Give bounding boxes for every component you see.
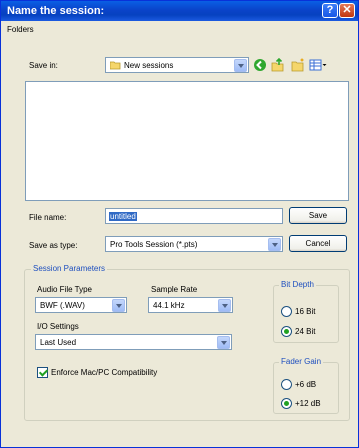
save-in-dropdown[interactable]: New sessions bbox=[105, 57, 249, 73]
window-title: Name the session: bbox=[7, 5, 105, 17]
chevron-down-icon[interactable] bbox=[217, 336, 230, 349]
title-bar[interactable]: Name the session: ? ✕ bbox=[1, 1, 358, 21]
save-session-dialog: Name the session: ? ✕ Folders Save in: N… bbox=[0, 0, 359, 448]
chevron-down-icon[interactable] bbox=[268, 238, 281, 251]
file-list[interactable] bbox=[25, 81, 349, 201]
file-name-input[interactable]: untitled bbox=[105, 208, 283, 224]
bit-depth-24-radio[interactable] bbox=[281, 326, 292, 337]
help-button[interactable]: ? bbox=[322, 3, 338, 18]
new-folder-icon[interactable] bbox=[291, 58, 305, 74]
chevron-down-icon[interactable] bbox=[218, 299, 231, 312]
folder-icon bbox=[109, 61, 121, 70]
bit-depth-16-radio[interactable] bbox=[281, 306, 292, 317]
chevron-down-icon[interactable] bbox=[112, 299, 125, 312]
session-parameters-title: Session Parameters bbox=[31, 264, 108, 273]
bit-depth-16-label: 16 Bit bbox=[295, 307, 316, 316]
fader-gain-6-radio[interactable] bbox=[281, 379, 292, 390]
cancel-button[interactable]: Cancel bbox=[289, 235, 347, 252]
save-as-type-label: Save as type: bbox=[29, 241, 78, 250]
audio-file-type-label: Audio File Type bbox=[37, 285, 92, 294]
save-button[interactable]: Save bbox=[289, 207, 347, 224]
up-folder-icon[interactable] bbox=[271, 57, 285, 74]
fader-gain-12-label: +12 dB bbox=[295, 399, 321, 408]
file-name-label: File name: bbox=[29, 213, 67, 222]
save-in-label: Save in: bbox=[29, 61, 58, 70]
sample-rate-label: Sample Rate bbox=[151, 285, 198, 294]
fader-gain-12-radio[interactable] bbox=[281, 398, 292, 409]
folders-label: Folders bbox=[7, 25, 34, 34]
io-settings-dropdown[interactable]: Last Used bbox=[35, 334, 232, 350]
audio-file-type-value: BWF (.WAV) bbox=[40, 301, 85, 310]
back-icon[interactable] bbox=[253, 58, 267, 74]
view-menu-icon[interactable] bbox=[309, 58, 327, 74]
chevron-down-icon[interactable] bbox=[234, 59, 247, 72]
sample-rate-dropdown[interactable]: 44.1 kHz bbox=[148, 297, 233, 313]
save-in-value: New sessions bbox=[124, 61, 174, 70]
io-settings-label: I/O Settings bbox=[37, 322, 79, 331]
enforce-compatibility-label: Enforce Mac/PC Compatibility bbox=[51, 368, 158, 377]
sample-rate-value: 44.1 kHz bbox=[153, 301, 185, 310]
bit-depth-title: Bit Depth bbox=[279, 280, 316, 289]
save-as-type-dropdown[interactable]: Pro Tools Session (*.pts) bbox=[105, 236, 283, 252]
file-name-value: untitled bbox=[109, 212, 137, 221]
save-as-type-value: Pro Tools Session (*.pts) bbox=[110, 240, 198, 249]
io-settings-value: Last Used bbox=[40, 338, 77, 347]
enforce-compatibility-checkbox[interactable] bbox=[37, 367, 48, 378]
fader-gain-title: Fader Gain bbox=[279, 357, 324, 366]
fader-gain-6-label: +6 dB bbox=[295, 380, 317, 389]
close-button[interactable]: ✕ bbox=[339, 3, 355, 18]
audio-file-type-dropdown[interactable]: BWF (.WAV) bbox=[35, 297, 127, 313]
bit-depth-24-label: 24 Bit bbox=[295, 327, 316, 336]
